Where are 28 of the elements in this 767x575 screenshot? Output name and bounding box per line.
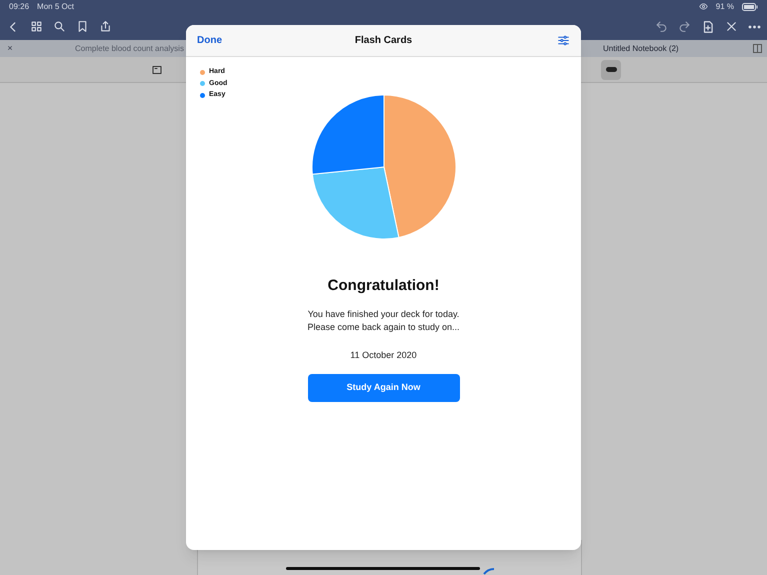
study-again-button[interactable]: Study Again Now: [308, 374, 460, 402]
bookmark-icon[interactable]: [76, 20, 89, 33]
page-icon[interactable]: [151, 64, 163, 76]
close-icon[interactable]: [725, 20, 738, 33]
redo-icon[interactable]: [678, 20, 691, 33]
more-icon[interactable]: [748, 24, 761, 28]
next-study-date: 11 October 2020: [350, 348, 417, 362]
finished-message: You have finished your deck for today. Please come back again to study on...: [307, 308, 460, 334]
undo-icon[interactable]: [655, 20, 668, 33]
status-time: 09:26: [9, 0, 30, 12]
settings-icon[interactable]: [557, 34, 570, 47]
done-button[interactable]: Done: [197, 33, 222, 48]
ink-stroke-icon: [483, 568, 495, 575]
notebook-tab[interactable]: Complete blood count analysis: [75, 42, 183, 54]
share-icon[interactable]: [99, 20, 112, 33]
split-view-icon[interactable]: [753, 44, 762, 53]
eye-icon: [698, 2, 708, 11]
battery-percent: 91 %: [716, 0, 734, 12]
congratulation-heading: Congratulation!: [328, 276, 440, 296]
grid-icon[interactable]: [30, 20, 43, 33]
dialog-title: Flash Cards: [354, 34, 412, 48]
battery-icon: [742, 2, 758, 10]
close-tab-icon[interactable]: ×: [0, 42, 20, 56]
status-date: Mon 5 Oct: [37, 0, 74, 12]
search-icon[interactable]: [53, 20, 66, 33]
add-page-icon[interactable]: [701, 20, 715, 34]
pen-tool-button[interactable]: [601, 60, 621, 80]
notebook-tab[interactable]: Untitled Notebook (2): [603, 42, 679, 54]
